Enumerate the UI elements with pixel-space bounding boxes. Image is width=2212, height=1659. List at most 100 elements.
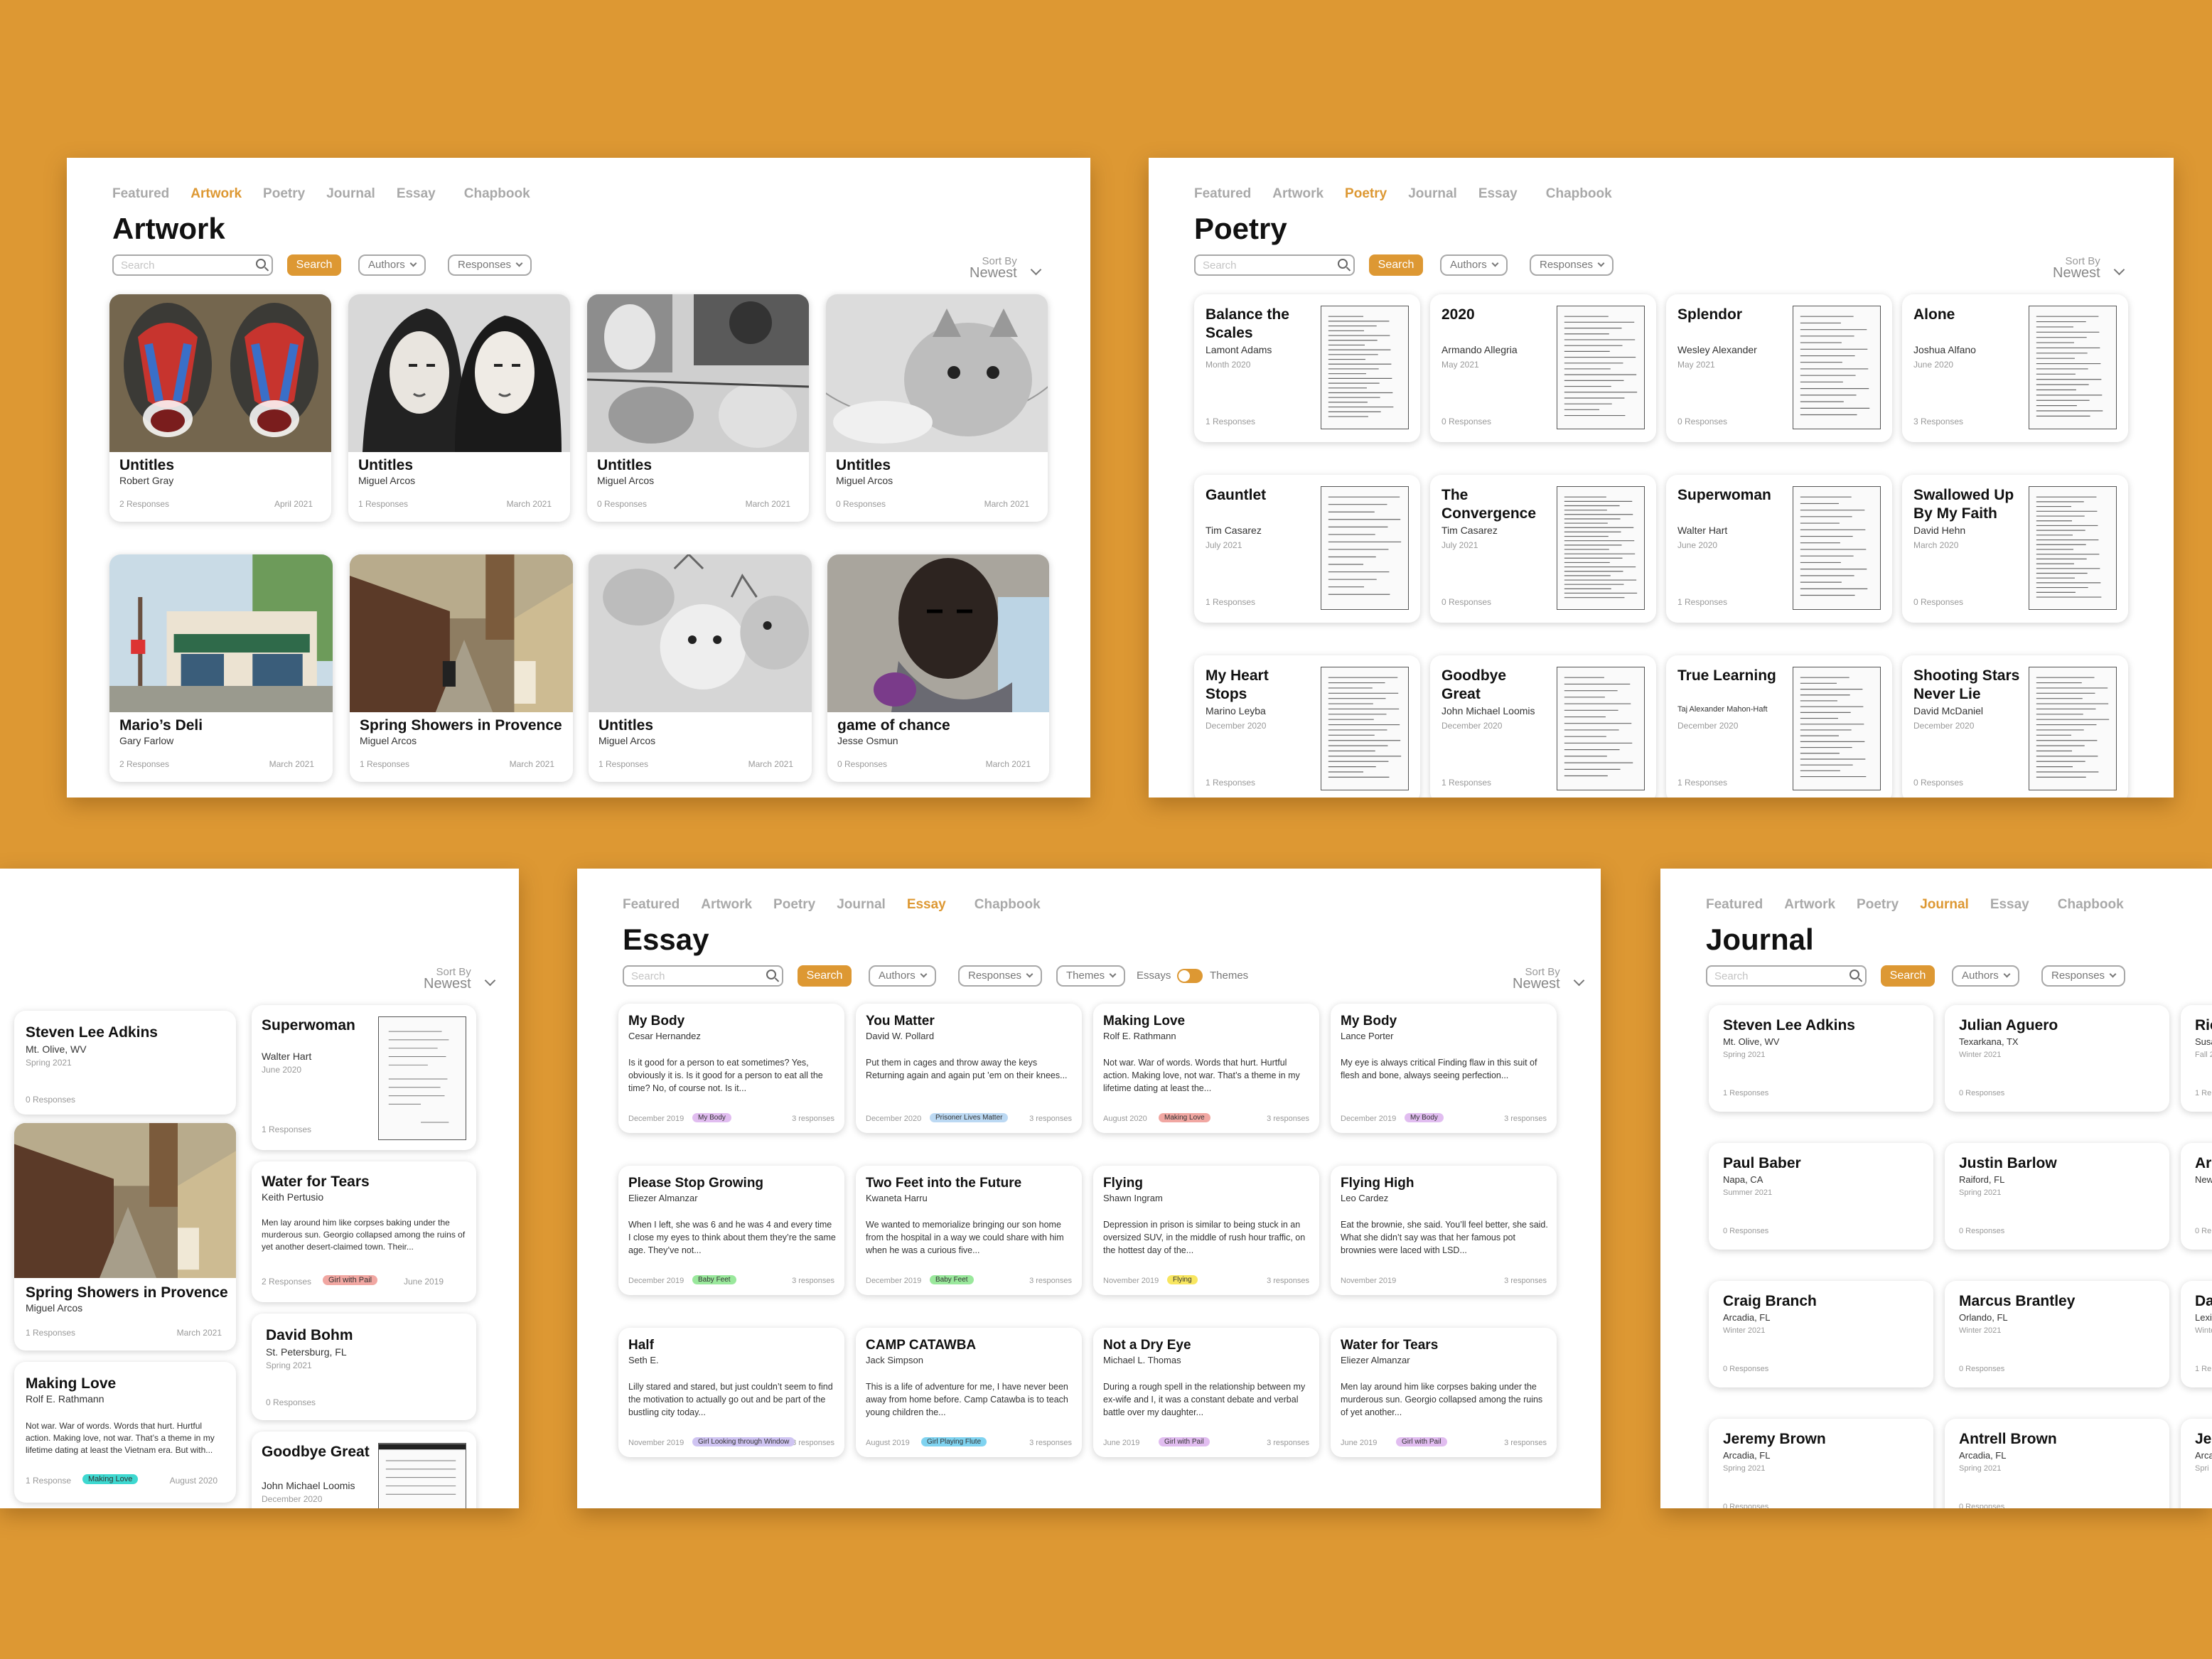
nav-chapbook[interactable]: Chapbook — [2058, 897, 2124, 913]
poem-card[interactable]: True Learning Taj Alexander Mahon-Haft Dec… — [1666, 655, 1892, 798]
artwork-card[interactable]: Spring Showers in Provence Miguel Arcos … — [350, 554, 573, 782]
nav-journal[interactable]: Journal — [1920, 897, 1969, 913]
theme-tag[interactable]: Flying — [1167, 1275, 1198, 1284]
journal-card[interactable]: David Bohm St. Petersburg, FL Spring 202… — [252, 1314, 476, 1420]
essay-card[interactable]: Flying High Leo Cardez Eat the brownie, sh… — [1331, 1166, 1557, 1295]
poem-card[interactable]: The Convergence Tim Casarez July 2021 0 Res… — [1430, 475, 1656, 623]
journal-card[interactable]: Da Lexin Winte 1 Re — [2181, 1281, 2212, 1387]
theme-tag[interactable]: My Body — [1405, 1113, 1444, 1122]
essay-card[interactable]: My Body Cesar Hernandez Is it good for a p… — [618, 1004, 844, 1133]
theme-tag[interactable]: Girl Looking through Window — [692, 1437, 795, 1446]
journal-card[interactable]: Craig Branch Arcadia, FL Winter 2021 0 Resp… — [1709, 1281, 1933, 1387]
poem-card[interactable]: My Heart Stops Marino Leyba December 2020 1… — [1194, 655, 1420, 798]
journal-card[interactable]: Steven Lee Adkins Mt. Olive, WV Spring 2… — [14, 1011, 236, 1115]
nav-artwork[interactable]: Artwork — [701, 897, 752, 913]
search-input[interactable]: Search — [112, 254, 273, 276]
artwork-card[interactable]: game of chance Jesse Osmun 0 Responses M… — [827, 554, 1049, 782]
artwork-card[interactable]: Spring Showers in Provence Miguel Arcos … — [14, 1123, 236, 1351]
sort-control[interactable]: Sort By Newest — [1513, 967, 1584, 991]
theme-tag[interactable]: Baby Feet — [930, 1275, 974, 1284]
theme-tag[interactable]: Girl with Pail — [1396, 1437, 1447, 1446]
poem-card[interactable]: Alone Joshua Alfano June 2020 3 Responses — [1902, 294, 2128, 442]
artwork-card[interactable]: Untitles Robert Gray 2 Responses April 2… — [109, 294, 331, 522]
essay-card[interactable]: Water for Tears Eliezer Almanzar Men lay a… — [1331, 1328, 1557, 1457]
authors-dropdown[interactable]: Authors — [1440, 254, 1508, 276]
search-input[interactable]: Search — [1706, 965, 1867, 987]
essay-card[interactable]: My Body Lance Porter My eye is always crit… — [1331, 1004, 1557, 1133]
poem-card[interactable]: 2020 Armando Allegria May 2021 0 Responses — [1430, 294, 1656, 442]
search-input[interactable]: Search — [623, 965, 783, 987]
theme-tag[interactable]: Girl with Pail — [323, 1275, 378, 1285]
journal-card[interactable]: Jer Arca Spri — [2181, 1419, 2212, 1508]
journal-card[interactable]: Steven Lee Adkins Mt. Olive, WV Spring 202… — [1709, 1005, 1933, 1112]
nav-artwork[interactable]: Artwork — [1272, 186, 1324, 202]
sort-control[interactable]: Sort By Newest — [424, 967, 495, 991]
poem-card[interactable]: Superwoman Walter Hart June 2020 1 Response… — [1666, 475, 1892, 623]
search-button[interactable]: Search — [1369, 254, 1423, 276]
theme-tag[interactable]: Making Love — [82, 1474, 139, 1484]
nav-chapbook[interactable]: Chapbook — [464, 186, 530, 202]
theme-tag[interactable]: Prisoner Lives Matter — [930, 1113, 1009, 1122]
essay-card[interactable]: Flying Shawn Ingram Depression in prison i… — [1093, 1166, 1319, 1295]
nav-essay[interactable]: Essay — [1478, 186, 1518, 202]
nav-poetry[interactable]: Poetry — [1857, 897, 1899, 913]
journal-card[interactable]: Antrell Brown Arcadia, FL Spring 2021 0 Res… — [1945, 1419, 2169, 1508]
journal-card[interactable]: Justin Barlow Raiford, FL Spring 2021 0 Res… — [1945, 1143, 2169, 1250]
responses-dropdown[interactable]: Responses — [2041, 965, 2126, 987]
journal-card[interactable]: Jeremy Brown Arcadia, FL Spring 2021 0 Resp… — [1709, 1419, 1933, 1508]
essay-card[interactable]: Half Seth E. Lilly stared and stared, but … — [618, 1328, 844, 1457]
essay-card[interactable]: Two Feet into the Future Kwaneta Harru We … — [856, 1166, 1082, 1295]
theme-tag[interactable]: Girl Playing Flute — [921, 1437, 987, 1446]
theme-tag[interactable]: My Body — [692, 1113, 731, 1122]
poem-card[interactable]: Splendor Wesley Alexander May 2021 0 Respon… — [1666, 294, 1892, 442]
poem-card[interactable]: Gauntlet Tim Casarez July 2021 1 Responses — [1194, 475, 1420, 623]
search-button[interactable]: Search — [798, 965, 852, 987]
nav-poetry[interactable]: Poetry — [773, 897, 815, 913]
nav-chapbook[interactable]: Chapbook — [975, 897, 1041, 913]
nav-artwork[interactable]: Artwork — [190, 186, 242, 202]
journal-card[interactable]: Are New 0 Re — [2181, 1143, 2212, 1250]
sort-control[interactable]: Sort By Newest — [970, 256, 1041, 280]
poem-card[interactable]: Goodbye Great John Michael Loomis Decemb… — [252, 1432, 476, 1508]
nav-poetry[interactable]: Poetry — [1345, 186, 1387, 202]
poem-card[interactable]: Balance the Scales Lamont Adams Month 2020… — [1194, 294, 1420, 442]
essay-card[interactable]: Water for Tears Keith Pertusio Men lay a… — [252, 1161, 476, 1302]
nav-journal[interactable]: Journal — [837, 897, 886, 913]
essay-card[interactable]: You Matter David W. Pollard Put them in ca… — [856, 1004, 1082, 1133]
themes-dropdown[interactable]: Themes — [1056, 965, 1126, 987]
nav-featured[interactable]: Featured — [1194, 186, 1251, 202]
nav-poetry[interactable]: Poetry — [263, 186, 305, 202]
artwork-card[interactable]: Mario’s Deli Gary Farlow 2 Responses Mar… — [109, 554, 333, 782]
theme-tag[interactable]: Girl with Pail — [1159, 1437, 1210, 1446]
poem-card[interactable]: Goodbye Great John Michael Loomis December… — [1430, 655, 1656, 798]
essay-card[interactable]: Making Love Rolf E. Rathmann Not war. Wa… — [14, 1362, 236, 1503]
poem-card[interactable]: Swallowed Up By My Faith David Hehn March … — [1902, 475, 2128, 623]
authors-dropdown[interactable]: Authors — [1952, 965, 2019, 987]
journal-card[interactable]: Ric Susa Fall 2 1 Re — [2181, 1005, 2212, 1112]
nav-artwork[interactable]: Artwork — [1784, 897, 1835, 913]
sort-control[interactable]: Sort By Newest — [2053, 256, 2125, 280]
nav-journal[interactable]: Journal — [326, 186, 375, 202]
theme-tag[interactable]: Making Love — [1159, 1113, 1210, 1122]
journal-card[interactable]: Julian Aguero Texarkana, TX Winter 2021 0 R… — [1945, 1005, 2169, 1112]
nav-essay[interactable]: Essay — [397, 186, 436, 202]
artwork-card[interactable]: Untitles Miguel Arcos 0 Responses March … — [826, 294, 1048, 522]
responses-dropdown[interactable]: Responses — [958, 965, 1043, 987]
nav-essay[interactable]: Essay — [1990, 897, 2029, 913]
nav-featured[interactable]: Featured — [623, 897, 680, 913]
nav-featured[interactable]: Featured — [1706, 897, 1763, 913]
journal-card[interactable]: Marcus Brantley Orlando, FL Winter 2021 0 R… — [1945, 1281, 2169, 1387]
responses-dropdown[interactable]: Responses — [448, 254, 532, 276]
responses-dropdown[interactable]: Responses — [1530, 254, 1614, 276]
essay-card[interactable]: CAMP CATAWBA Jack Simpson This is a life o… — [856, 1328, 1082, 1457]
artwork-card[interactable]: Untitles Miguel Arcos 1 Responses March … — [589, 554, 812, 782]
nav-essay[interactable]: Essay — [907, 897, 946, 913]
essay-card[interactable]: Making Love Rolf E. Rathmann Not war. War … — [1093, 1004, 1319, 1133]
poem-card[interactable]: Superwoman Walter Hart June 2020 1 Respo… — [252, 1005, 476, 1150]
search-button[interactable]: Search — [1881, 965, 1935, 987]
artwork-card[interactable]: Untitles Miguel Arcos 1 Responses March … — [348, 294, 570, 522]
nav-journal[interactable]: Journal — [1408, 186, 1457, 202]
journal-card[interactable]: Paul Baber Napa, CA Summer 2021 0 Responses — [1709, 1143, 1933, 1250]
search-input[interactable]: Search — [1194, 254, 1355, 276]
poem-card[interactable]: Shooting Stars Never Lie David McDaniel De… — [1902, 655, 2128, 798]
